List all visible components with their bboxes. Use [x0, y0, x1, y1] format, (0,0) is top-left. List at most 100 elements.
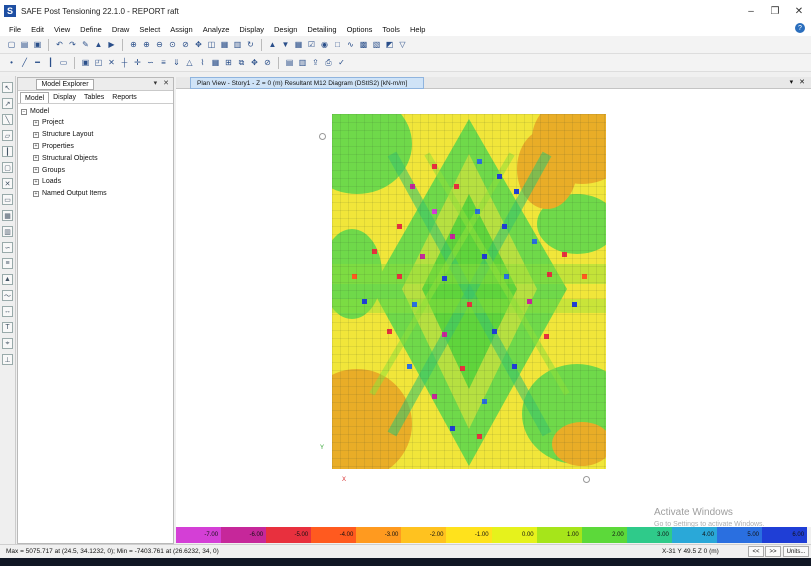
zoom-fit-icon[interactable]: ⊙: [167, 39, 178, 50]
tendon-icon[interactable]: ∽: [145, 57, 156, 68]
rectangle-icon[interactable]: □: [332, 39, 343, 50]
tree-root-model[interactable]: − Model: [21, 106, 173, 117]
tree-item-named-output-items[interactable]: + Named Output Items: [21, 188, 173, 200]
spring-icon[interactable]: ⌇: [197, 57, 208, 68]
print-icon[interactable]: ⎙: [323, 57, 334, 68]
menu-help[interactable]: Help: [405, 25, 430, 34]
menu-file[interactable]: File: [4, 25, 26, 34]
zoom-prev-icon[interactable]: ⊘: [180, 39, 191, 50]
select-all-icon[interactable]: ▣: [80, 57, 91, 68]
expand-icon[interactable]: +: [33, 143, 39, 150]
menu-design[interactable]: Design: [269, 25, 302, 34]
tree-item-groups[interactable]: + Groups: [21, 164, 173, 176]
menu-select[interactable]: Select: [134, 25, 165, 34]
menu-analyze[interactable]: Analyze: [198, 25, 235, 34]
table-icon[interactable]: ▤: [284, 57, 295, 68]
pencil-icon[interactable]: ✎: [80, 39, 91, 50]
draw-rebar-icon[interactable]: ≡: [2, 258, 13, 269]
undo-icon[interactable]: ↶: [54, 39, 65, 50]
draw-poly-icon[interactable]: ▦: [2, 210, 13, 221]
plan-view-icon[interactable]: ▦: [219, 39, 230, 50]
previous-button[interactable]: <<: [748, 546, 764, 557]
draw-point-icon[interactable]: •: [6, 57, 17, 68]
expand-icon[interactable]: +: [33, 131, 39, 138]
expand-icon[interactable]: +: [33, 155, 39, 162]
object-shrink-icon[interactable]: ◉: [319, 39, 330, 50]
replicate-icon[interactable]: ⧉: [236, 57, 247, 68]
explorer-close-icon[interactable]: ✕: [163, 79, 169, 87]
menu-detailing[interactable]: Detailing: [302, 25, 341, 34]
reshape-icon[interactable]: ↗: [2, 98, 13, 109]
pan-icon[interactable]: ✥: [193, 39, 204, 50]
zoom-out-icon[interactable]: ⊖: [154, 39, 165, 50]
check-model-icon[interactable]: ✓: [336, 57, 347, 68]
rotate-icon[interactable]: ↻: [245, 39, 256, 50]
save-icon[interactable]: ▣: [32, 39, 43, 50]
draw-text-icon[interactable]: T: [2, 322, 13, 333]
expand-icon[interactable]: +: [33, 167, 39, 174]
menu-assign[interactable]: Assign: [165, 25, 198, 34]
tab-display[interactable]: Display: [49, 92, 80, 103]
close-button[interactable]: ✕: [787, 0, 811, 22]
tab-reports[interactable]: Reports: [108, 92, 141, 103]
explorer-title[interactable]: Model Explorer: [36, 79, 94, 90]
redo-icon[interactable]: ↷: [67, 39, 78, 50]
zoom-in-icon[interactable]: ⊕: [141, 39, 152, 50]
menu-edit[interactable]: Edit: [26, 25, 49, 34]
draw-area-icon[interactable]: ▱: [2, 130, 13, 141]
draw-opening-icon[interactable]: ▢: [2, 162, 13, 173]
mesh-icon[interactable]: ▦: [210, 57, 221, 68]
up-story-icon[interactable]: ▲: [267, 39, 278, 50]
grid-lines-icon[interactable]: ┼: [119, 57, 130, 68]
menu-draw[interactable]: Draw: [107, 25, 135, 34]
draw-tendon-icon[interactable]: ∽: [2, 242, 13, 253]
draw-column-icon[interactable]: ┃: [2, 146, 13, 157]
force-diagram-icon[interactable]: ▩: [358, 39, 369, 50]
new-file-icon[interactable]: ▢: [6, 39, 17, 50]
contour-diagram[interactable]: [332, 114, 606, 469]
menu-display[interactable]: Display: [234, 25, 269, 34]
draw-reference-icon[interactable]: ⌖: [2, 338, 13, 349]
zoom-window-icon[interactable]: ⊕: [128, 39, 139, 50]
clear-select-icon[interactable]: ✕: [106, 57, 117, 68]
draw-wall-icon[interactable]: ┃: [45, 57, 56, 68]
draw-line-icon[interactable]: ╱: [19, 57, 30, 68]
menu-options[interactable]: Options: [342, 25, 378, 34]
display-options-icon[interactable]: ☑: [306, 39, 317, 50]
grid-icon[interactable]: ▦: [293, 39, 304, 50]
expand-icon[interactable]: +: [33, 119, 39, 126]
next-button[interactable]: >>: [765, 546, 781, 557]
elevation-icon[interactable]: ▥: [232, 39, 243, 50]
run-analysis-icon[interactable]: ▶: [106, 39, 117, 50]
down-story-icon[interactable]: ▼: [280, 39, 291, 50]
draw-support-icon[interactable]: ▲: [2, 274, 13, 285]
load-icon[interactable]: ⇓: [171, 57, 182, 68]
tab-tables[interactable]: Tables: [80, 92, 108, 103]
menu-tools[interactable]: Tools: [377, 25, 405, 34]
plan-view-tab[interactable]: Plan View - Story1 - Z = 0 (m) Resultant…: [190, 77, 424, 89]
move-icon[interactable]: ✥: [249, 57, 260, 68]
slab-strip-icon[interactable]: ▧: [371, 39, 382, 50]
draw-beam-icon[interactable]: ━: [32, 57, 43, 68]
expand-icon[interactable]: +: [33, 190, 39, 197]
help-icon[interactable]: ?: [795, 23, 805, 33]
tree-item-loads[interactable]: + Loads: [21, 176, 173, 188]
open-folder-icon[interactable]: ▤: [19, 39, 30, 50]
previous-select-icon[interactable]: ◰: [93, 57, 104, 68]
menu-view[interactable]: View: [49, 25, 75, 34]
draw-spring-icon[interactable]: 〜: [2, 290, 13, 301]
export-icon[interactable]: ⇪: [310, 57, 321, 68]
draw-slab-icon[interactable]: ▭: [58, 57, 69, 68]
draw-cross-icon[interactable]: ✕: [2, 178, 13, 189]
draw-line-tool-icon[interactable]: ╲: [2, 114, 13, 125]
plan-view-close-icon[interactable]: ✕: [799, 78, 805, 86]
tree-item-properties[interactable]: + Properties: [21, 141, 173, 153]
support-icon[interactable]: △: [184, 57, 195, 68]
filter-icon[interactable]: ▽: [397, 39, 408, 50]
minimize-button[interactable]: –: [739, 0, 763, 22]
draw-strip-icon[interactable]: ▥: [2, 226, 13, 237]
report-icon[interactable]: ▥: [297, 57, 308, 68]
design-icon[interactable]: ◩: [384, 39, 395, 50]
draw-dimension-icon[interactable]: ↔: [2, 306, 13, 317]
draw-rect-icon[interactable]: ▭: [2, 194, 13, 205]
